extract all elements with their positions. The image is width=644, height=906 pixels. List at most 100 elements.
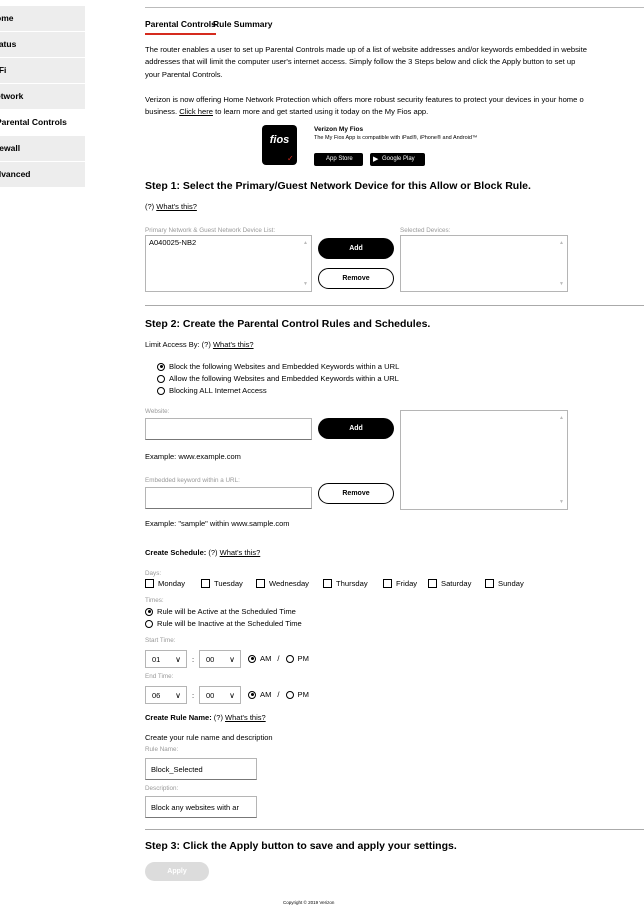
scroll-up-icon[interactable]: ▲ bbox=[303, 240, 308, 246]
promo-text: business. bbox=[145, 107, 180, 116]
click-here-link[interactable]: Click here bbox=[179, 107, 213, 116]
start-time-label: Start Time: bbox=[145, 637, 176, 644]
step3-heading: Step 3: Click the Apply button to save a… bbox=[145, 840, 457, 852]
radio-block-websites[interactable]: Block the following Websites and Embedde… bbox=[157, 362, 399, 371]
google-play-badge[interactable]: ▶ Google Play bbox=[370, 153, 425, 166]
day-label: Thursday bbox=[336, 579, 368, 588]
end-hour-select[interactable]: 06 ∨ bbox=[145, 686, 187, 704]
checkbox[interactable] bbox=[256, 579, 265, 588]
remove-keyword-button[interactable]: Remove bbox=[318, 483, 394, 504]
radio-button[interactable] bbox=[157, 374, 165, 383]
website-label: Website: bbox=[145, 408, 170, 415]
rule-description-intro: Create your rule name and description bbox=[145, 733, 273, 742]
day-checkbox-tuesday[interactable]: Tuesday bbox=[201, 579, 243, 588]
whats-this-link[interactable]: What's this? bbox=[213, 340, 254, 349]
add-device-button[interactable]: Add bbox=[318, 238, 394, 259]
radio-label: Blocking ALL Internet Access bbox=[169, 386, 267, 395]
sidebar-item-advanced[interactable]: dvanced bbox=[0, 162, 85, 187]
selected-devices-list[interactable]: ▲ ▼ bbox=[400, 235, 568, 292]
radio-am[interactable] bbox=[248, 654, 256, 663]
checkbox[interactable] bbox=[323, 579, 332, 588]
scroll-down-icon[interactable]: ▼ bbox=[303, 281, 308, 287]
device-option[interactable]: A040025-NB2 bbox=[149, 238, 308, 247]
radio-label: Rule will be Active at the Scheduled Tim… bbox=[157, 607, 296, 616]
website-input[interactable] bbox=[145, 418, 312, 440]
remove-device-button[interactable]: Remove bbox=[318, 268, 394, 289]
radio-rule-inactive[interactable]: Rule will be Inactive at the Scheduled T… bbox=[145, 619, 302, 628]
add-website-button[interactable]: Add bbox=[318, 418, 394, 439]
scroll-down-icon[interactable]: ▼ bbox=[559, 499, 564, 505]
scroll-down-icon[interactable]: ▼ bbox=[559, 281, 564, 287]
google-play-label: Google Play bbox=[382, 156, 415, 162]
checkbox[interactable] bbox=[485, 579, 494, 588]
sidebar-item-network[interactable]: etwork bbox=[0, 84, 85, 109]
radio-pm[interactable] bbox=[285, 690, 294, 699]
tab-parental-controls[interactable]: Parental Controls bbox=[145, 19, 216, 35]
sidebar-item-firewall[interactable]: rewall bbox=[0, 136, 85, 161]
step1-heading: Step 1: Select the Primary/Guest Network… bbox=[145, 180, 531, 192]
step2-heading: Step 2: Create the Parental Control Rule… bbox=[145, 318, 431, 330]
apply-button[interactable]: Apply bbox=[145, 862, 209, 881]
create-rule-name-line: Create Rule Name: (?) What's this? bbox=[145, 713, 266, 722]
time-colon: : bbox=[192, 691, 195, 700]
create-rule-name-title: Create Rule Name: bbox=[145, 713, 212, 722]
radio-button[interactable] bbox=[157, 386, 165, 395]
app-store-badge[interactable]: App Store bbox=[314, 153, 363, 166]
radio-pm[interactable] bbox=[285, 654, 294, 663]
day-checkbox-saturday[interactable]: Saturday bbox=[428, 579, 471, 588]
day-checkbox-wednesday[interactable]: Wednesday bbox=[256, 579, 309, 588]
description-label: Description: bbox=[145, 785, 179, 792]
whats-this-link[interactable]: What's this? bbox=[220, 548, 261, 557]
radio-block-all[interactable]: Blocking ALL Internet Access bbox=[157, 386, 267, 395]
day-label: Sunday bbox=[498, 579, 524, 588]
day-checkbox-thursday[interactable]: Thursday bbox=[323, 579, 368, 588]
day-checkbox-friday[interactable]: Friday bbox=[383, 579, 417, 588]
days-label: Days: bbox=[145, 570, 162, 577]
keyword-input[interactable] bbox=[145, 487, 312, 509]
radio-button[interactable] bbox=[145, 607, 153, 616]
website-keyword-list[interactable]: ▲ ▼ bbox=[400, 410, 568, 510]
copyright-text: Copyright © 2019 Verizon bbox=[283, 900, 335, 905]
sidebar-item-wifi[interactable]: -Fi bbox=[0, 58, 85, 83]
sidebar-item-home[interactable]: ome bbox=[0, 6, 85, 31]
whats-this-link[interactable]: What's this? bbox=[225, 713, 266, 722]
radio-button[interactable] bbox=[157, 362, 165, 371]
radio-am[interactable] bbox=[248, 690, 256, 699]
scroll-up-icon[interactable]: ▲ bbox=[559, 240, 564, 246]
scroll-up-icon[interactable]: ▲ bbox=[559, 415, 564, 421]
end-minute-select[interactable]: 00 ∨ bbox=[199, 686, 241, 704]
keyword-example: Example: "sample" within www.sample.com bbox=[145, 519, 290, 528]
sidebar-item-parental-controls[interactable]: Parental Controls bbox=[0, 110, 85, 135]
device-list[interactable]: A040025-NB2 ▲ ▼ bbox=[145, 235, 312, 292]
checkbox[interactable] bbox=[383, 579, 392, 588]
tab-rule-summary[interactable]: Rule Summary bbox=[213, 19, 273, 29]
description-input[interactable]: Block any websites with ar bbox=[145, 796, 257, 818]
promo-line: Verizon is now offering Home Network Pro… bbox=[145, 95, 584, 104]
top-divider bbox=[145, 7, 644, 8]
rule-name-input[interactable]: Block_Selected bbox=[145, 758, 257, 780]
checkbox[interactable] bbox=[428, 579, 437, 588]
radio-label: Allow the following Websites and Embedde… bbox=[169, 374, 399, 383]
day-checkbox-monday[interactable]: Monday bbox=[145, 579, 185, 588]
day-checkbox-sunday[interactable]: Sunday bbox=[485, 579, 524, 588]
rule-name-label: Rule Name: bbox=[145, 746, 179, 753]
radio-allow-websites[interactable]: Allow the following Websites and Embedde… bbox=[157, 374, 399, 383]
website-example: Example: www.example.com bbox=[145, 452, 241, 461]
slash: / bbox=[277, 654, 280, 663]
whats-this-link[interactable]: What's this? bbox=[156, 202, 197, 211]
sidebar-nav: ome tatus -Fi etwork Parental Controls r… bbox=[0, 6, 85, 188]
radio-button[interactable] bbox=[145, 619, 153, 628]
sidebar-item-status[interactable]: tatus bbox=[0, 32, 85, 57]
start-hour-select[interactable]: 01 ∨ bbox=[145, 650, 187, 668]
device-list-label: Primary Network & Guest Network Device L… bbox=[145, 227, 276, 234]
end-ampm: AM / PM bbox=[248, 690, 309, 699]
start-minute-select[interactable]: 00 ∨ bbox=[199, 650, 241, 668]
help-prefix: (?) bbox=[211, 713, 226, 722]
radio-rule-active[interactable]: Rule will be Active at the Scheduled Tim… bbox=[145, 607, 296, 616]
chevron-down-icon: ∨ bbox=[229, 691, 235, 700]
times-label: Times: bbox=[145, 597, 164, 604]
checkbox[interactable] bbox=[145, 579, 154, 588]
intro-line: your Parental Controls. bbox=[145, 70, 223, 79]
checkbox[interactable] bbox=[201, 579, 210, 588]
play-icon: ▶ bbox=[373, 156, 379, 163]
